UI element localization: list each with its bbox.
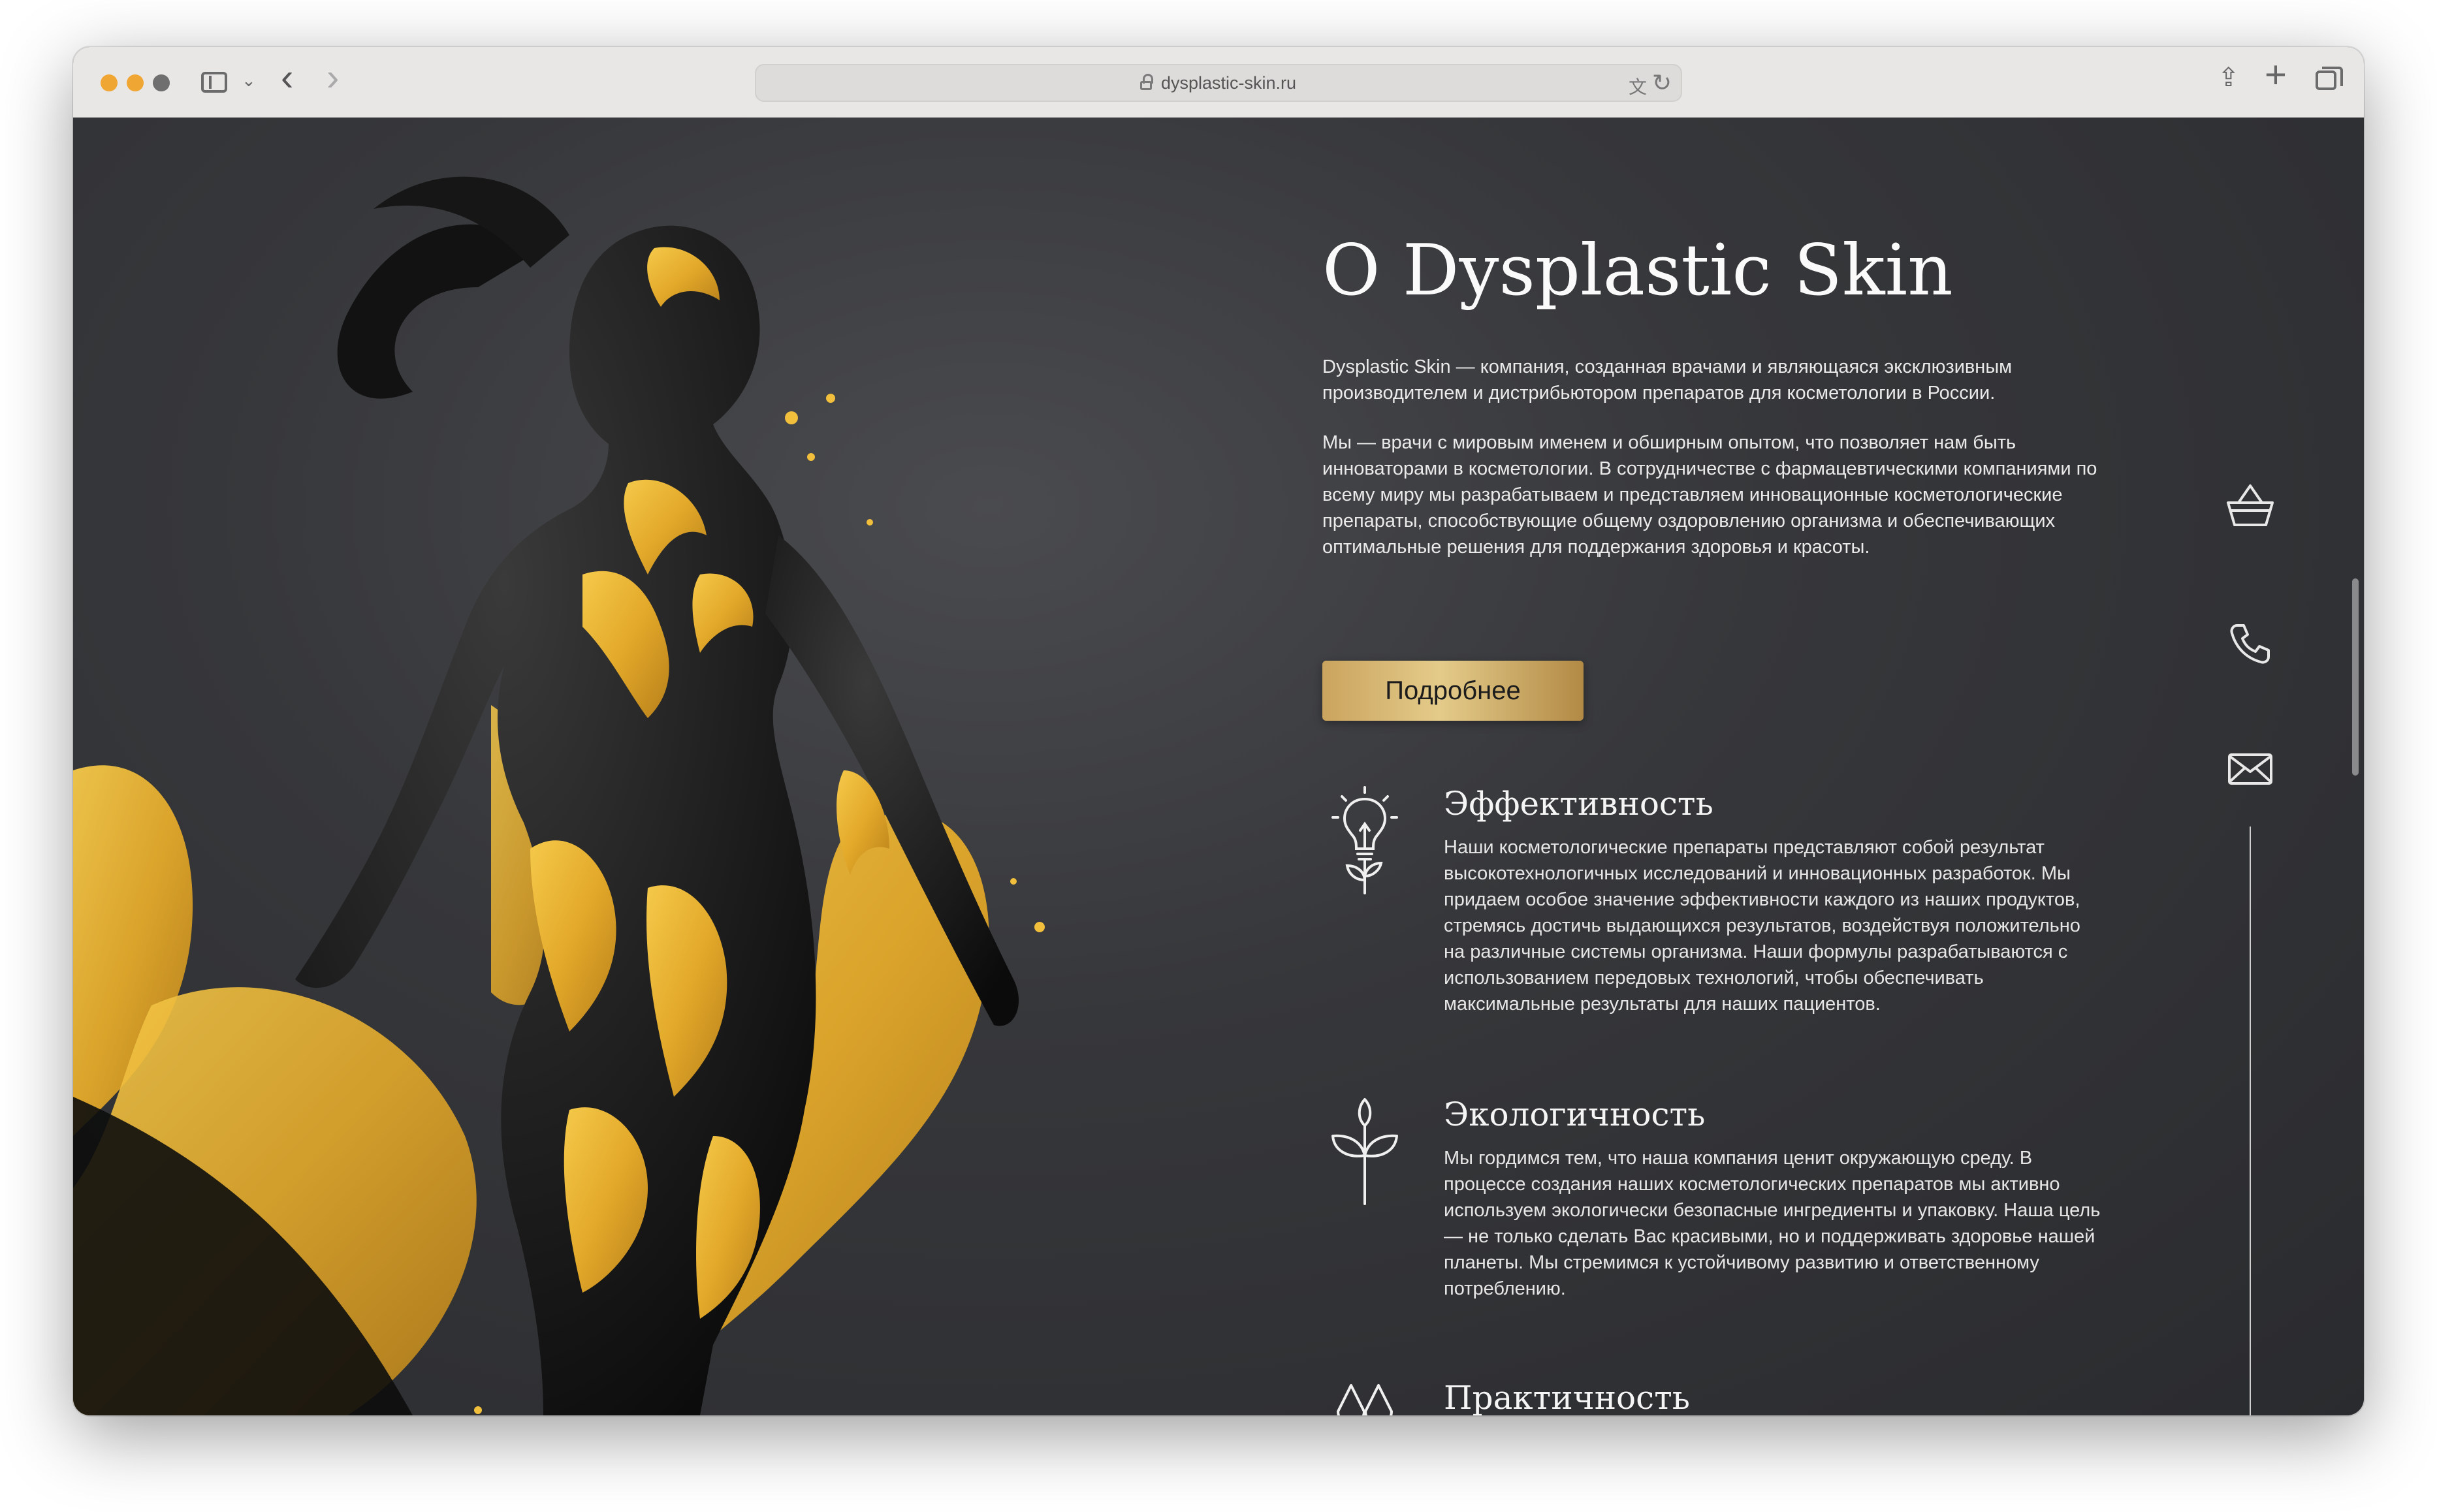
minimize-window-button[interactable] [127,74,144,91]
url-text: dysplastic-skin.ru [1161,73,1297,93]
new-tab-button[interactable]: + [2265,56,2287,94]
lock-icon [1140,74,1153,90]
drops-icon [1337,1384,1393,1415]
phone-icon[interactable] [2228,622,2272,666]
browser-window: ⌄ ‹ › dysplastic-skin.ru 文 ↻ ⇪ + O Dyspl… [73,47,2364,1415]
browser-toolbar: ⌄ ‹ › dysplastic-skin.ru 文 ↻ ⇪ + [73,47,2364,119]
close-window-button[interactable] [101,74,118,91]
hero-figure-image [73,176,1045,1415]
tab-overview-icon[interactable] [2316,67,2343,90]
sidebar-divider-line [2250,827,2251,1415]
mail-icon[interactable] [2227,752,2274,786]
share-icon[interactable]: ⇪ [2218,63,2240,93]
about-paragraph-2: Мы — врачи с мировым именем и обширным о… [1322,432,2097,558]
sidebar-toggle-icon[interactable] [201,72,227,93]
feature-title: Практичность [1444,1379,1691,1415]
page-content: O Dysplastic Skin Dysplastic Skin — комп… [73,118,2364,1415]
feature-text: Мы гордимся тем, что наша компания ценит… [1444,1148,2101,1299]
vertical-scrollbar[interactable] [2352,578,2359,776]
forward-button[interactable]: › [327,59,339,97]
more-button[interactable]: Подробнее [1322,661,1584,721]
about-paragraph-1: Dysplastic Skin — компания, созданная вр… [1322,356,2013,403]
zoom-window-button[interactable] [153,74,170,91]
feature-text: Наши косметологические препараты предста… [1444,837,2080,1015]
basket-icon[interactable] [2224,483,2276,529]
contact-sidebar [2205,118,2296,1415]
feature-title: Эффективность [1444,785,1713,823]
address-bar[interactable]: dysplastic-skin.ru 文 ↻ [755,64,1682,102]
back-button[interactable]: ‹ [281,59,293,97]
chevron-down-icon[interactable]: ⌄ [242,71,256,91]
feature-title: Экологичность [1444,1095,1706,1133]
page-title: O Dysplastic Skin [1322,230,1953,311]
reload-icon[interactable]: ↻ [1652,69,1672,97]
lightbulb-plant-icon [1331,786,1398,894]
translate-icon[interactable]: 文 [1629,73,1647,99]
sprout-icon [1331,1098,1398,1205]
